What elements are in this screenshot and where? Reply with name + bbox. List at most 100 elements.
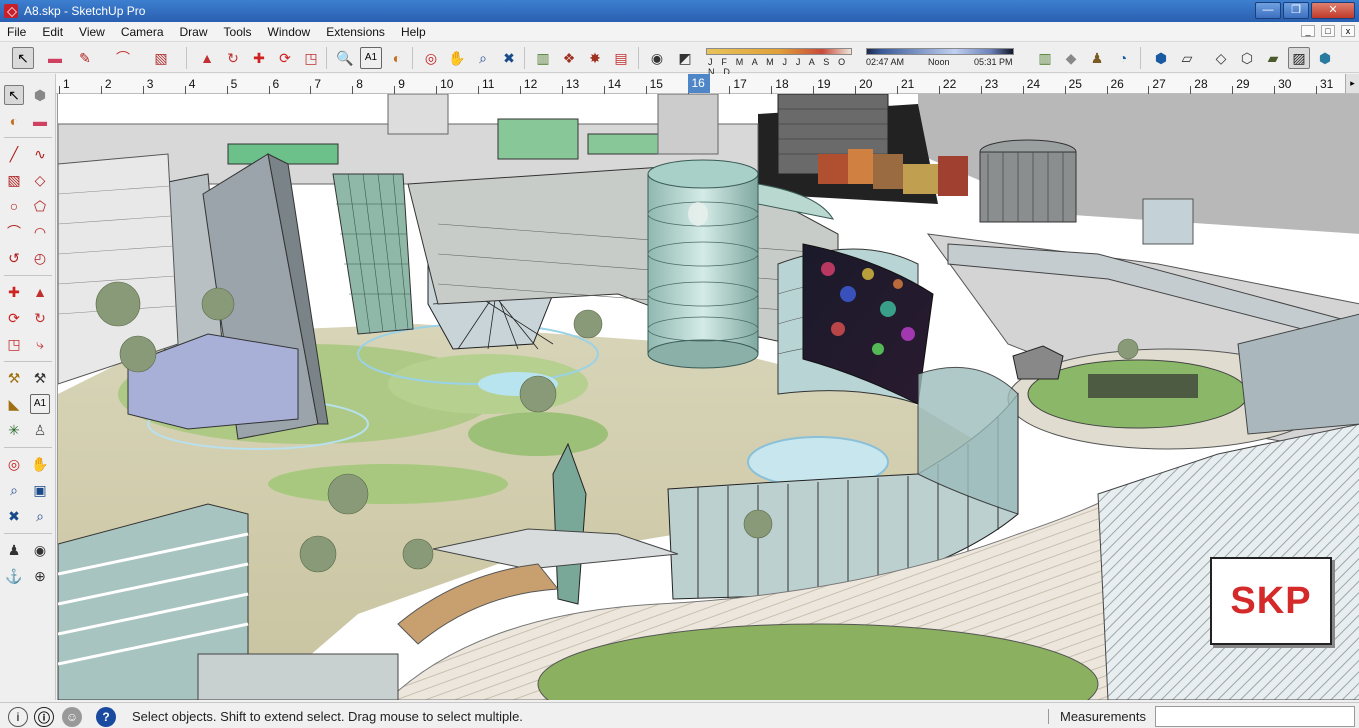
3d-text-icon[interactable]: ♙ xyxy=(30,420,50,440)
ruler-number[interactable]: 8 xyxy=(356,77,363,91)
ruler-number[interactable]: 30 xyxy=(1278,77,1291,91)
ruler-number[interactable]: 4 xyxy=(189,77,196,91)
doc-restore-button[interactable]: □ xyxy=(1321,25,1335,37)
ruler-number[interactable]: 17 xyxy=(733,77,746,91)
arc-icon[interactable]: ⌒ xyxy=(112,47,134,69)
rectangle-icon[interactable]: ▧ xyxy=(150,47,172,69)
select-icon[interactable]: ↖ xyxy=(12,47,34,69)
zoom-icon[interactable]: ⌕ xyxy=(472,47,494,69)
shadow-month-slider[interactable]: J F M A M J J A S O N D xyxy=(706,48,852,77)
circle-icon[interactable]: ○ xyxy=(4,196,24,216)
menu-extensions[interactable]: Extensions xyxy=(318,25,393,39)
follow-me-icon[interactable]: ↻ xyxy=(30,308,50,328)
dimension-icon[interactable]: ⚒ xyxy=(30,368,50,388)
three-point-arc-icon[interactable]: ↺ xyxy=(4,248,24,268)
ruler-number[interactable]: 19 xyxy=(817,77,830,91)
line-icon[interactable]: ╱ xyxy=(4,144,24,164)
components-icon[interactable]: ❖ xyxy=(558,47,580,69)
two-point-arc-icon[interactable]: ◠ xyxy=(30,222,50,242)
freehand-icon[interactable]: ∿ xyxy=(30,144,50,164)
ruler-number[interactable]: 11 xyxy=(482,77,494,91)
menu-file[interactable]: File xyxy=(0,25,34,39)
orbit-icon[interactable]: ◎ xyxy=(4,454,24,474)
ruler-number[interactable]: 18 xyxy=(775,77,788,91)
pie-icon[interactable]: ◴ xyxy=(30,248,50,268)
ruler-number-selected[interactable]: 16 xyxy=(687,74,710,93)
text-icon[interactable]: A1 xyxy=(360,47,382,69)
ruler-number[interactable]: 14 xyxy=(608,77,621,91)
pan-icon[interactable]: ✋ xyxy=(30,454,50,474)
textured-style-icon[interactable]: ▨ xyxy=(1288,47,1310,69)
paint-bucket-icon[interactable]: ◐ xyxy=(4,111,24,131)
ruler-number[interactable]: 2 xyxy=(105,77,112,91)
select-icon[interactable]: ↖ xyxy=(4,85,24,105)
materials-icon[interactable]: ✸ xyxy=(584,47,606,69)
menu-edit[interactable]: Edit xyxy=(34,25,71,39)
model-info-icon[interactable]: ▤ xyxy=(610,47,632,69)
shadows-icon[interactable]: ◉ xyxy=(646,47,668,69)
menu-draw[interactable]: Draw xyxy=(172,25,216,39)
ruler-number[interactable]: 23 xyxy=(985,77,998,91)
ruler-number[interactable]: 6 xyxy=(273,77,280,91)
measurements-input[interactable] xyxy=(1155,706,1355,727)
ruler-number[interactable]: 25 xyxy=(1069,77,1082,91)
ruler-number[interactable]: 21 xyxy=(901,77,914,91)
restore-button[interactable]: ❐ xyxy=(1283,2,1309,19)
ruler-number[interactable]: 15 xyxy=(650,77,663,91)
tape-measure-icon[interactable]: 🔍 xyxy=(334,47,356,69)
protractor-icon[interactable]: ◣ xyxy=(4,394,24,414)
ruler-number[interactable]: 9 xyxy=(398,77,405,91)
geo-location-icon[interactable]: ◔ xyxy=(1112,47,1134,69)
rotated-rectangle-icon[interactable]: ◇ xyxy=(30,170,50,190)
credits-icon[interactable]: ⓘ xyxy=(34,707,54,727)
monochrome-style-icon[interactable]: ⬢ xyxy=(1314,47,1336,69)
scale-icon[interactable]: ◳ xyxy=(4,334,24,354)
move-icon[interactable]: ✚ xyxy=(248,47,270,69)
shaded-style-icon[interactable]: ▰ xyxy=(1262,47,1284,69)
offset-icon[interactable]: ⤷ xyxy=(30,334,50,354)
ruler-number[interactable]: 20 xyxy=(859,77,872,91)
zoom-extents-icon[interactable]: ✖ xyxy=(498,47,520,69)
close-button[interactable]: ✕ xyxy=(1311,2,1355,19)
push-pull-icon[interactable]: ▲ xyxy=(196,47,218,69)
ruler-number[interactable]: 5 xyxy=(231,77,238,91)
ruler-number[interactable]: 13 xyxy=(566,77,579,91)
ruler-scroll-button[interactable]: ▸ xyxy=(1345,74,1359,93)
scale-icon[interactable]: ◳ xyxy=(300,47,322,69)
ruler-number[interactable]: 31 xyxy=(1320,77,1333,91)
position-camera-icon[interactable]: ♟ xyxy=(4,540,24,560)
push-pull-icon[interactable]: ▲ xyxy=(30,282,50,302)
ruler-number[interactable]: 1 xyxy=(63,77,70,91)
pencil-icon[interactable]: ✎ xyxy=(74,47,96,69)
ruler-number[interactable]: 10 xyxy=(440,77,453,91)
rectangle-icon[interactable]: ▧ xyxy=(4,170,24,190)
rotate-icon[interactable]: ⟳ xyxy=(274,47,296,69)
zoom-icon[interactable]: ⌕ xyxy=(4,480,24,500)
fog-icon[interactable]: ◩ xyxy=(674,47,696,69)
polygon-icon[interactable]: ⬠ xyxy=(30,196,50,216)
axes-icon[interactable]: ✳ xyxy=(4,420,24,440)
orbit-icon[interactable]: ◎ xyxy=(420,47,442,69)
wireframe-style-icon[interactable]: ⬡ xyxy=(1236,47,1258,69)
user-account-icon[interactable]: ☺ xyxy=(62,707,82,727)
iso-view-icon[interactable]: ⬢ xyxy=(1150,47,1172,69)
section-plane-icon[interactable]: ◆ xyxy=(1060,47,1082,69)
previous-icon[interactable]: ⌕ xyxy=(30,506,50,526)
minimize-button[interactable]: — xyxy=(1255,2,1281,19)
help-icon[interactable]: ? xyxy=(96,707,116,727)
ruler-number[interactable]: 26 xyxy=(1111,77,1124,91)
previous-view-icon[interactable]: ▥ xyxy=(532,47,554,69)
move-icon[interactable]: ✚ xyxy=(4,282,24,302)
text-icon[interactable]: A1 xyxy=(30,394,50,414)
shadow-time-slider[interactable]: 02:47 AM Noon 05:31 PM xyxy=(866,48,1014,70)
geo-info-icon[interactable]: i xyxy=(8,707,28,727)
section-plane-icon[interactable]: ⊕ xyxy=(30,566,50,586)
standard-view-icon[interactable]: ▥ xyxy=(1034,47,1056,69)
top-view-icon[interactable]: ▱ xyxy=(1176,47,1198,69)
ruler-number[interactable]: 27 xyxy=(1152,77,1165,91)
ruler-number[interactable]: 3 xyxy=(147,77,154,91)
ruler-number[interactable]: 12 xyxy=(524,77,537,91)
model-viewport[interactable]: SKP xyxy=(57,94,1359,700)
menu-view[interactable]: View xyxy=(71,25,113,39)
doc-close-button[interactable]: x xyxy=(1341,25,1355,37)
